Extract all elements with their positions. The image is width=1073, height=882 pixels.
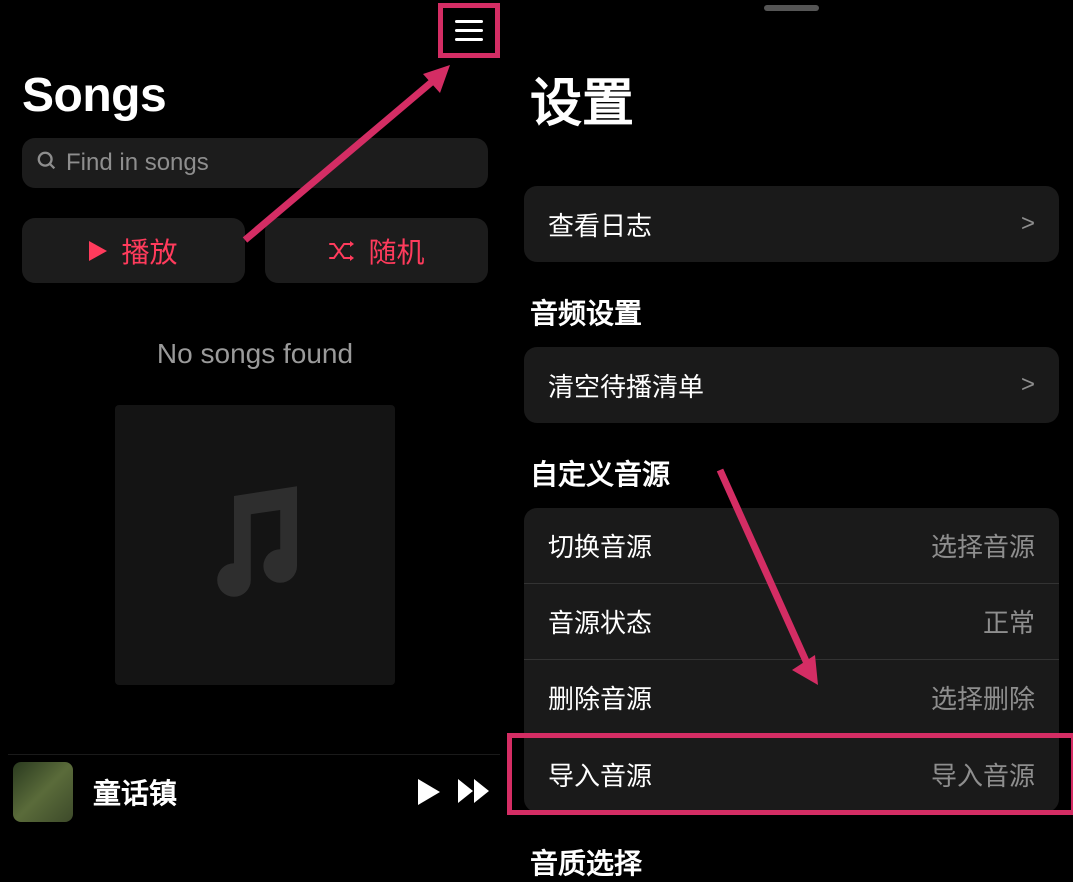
settings-item-label: 查看日志 [548, 206, 652, 243]
drag-handle[interactable] [764, 5, 819, 11]
settings-item-label: 导入音源 [548, 756, 652, 793]
settings-item-delete-source[interactable]: 删除音源 选择删除 [524, 660, 1059, 736]
section-header-audio: 音频设置 [530, 292, 1073, 332]
settings-item-source-status[interactable]: 音源状态 正常 [524, 584, 1059, 660]
play-button[interactable]: 播放 [22, 218, 245, 283]
hamburger-menu-icon[interactable] [455, 20, 483, 41]
search-placeholder: Find in songs [66, 149, 209, 177]
shuffle-icon [328, 240, 354, 262]
settings-item-value: 选择音源 [931, 527, 1035, 564]
shuffle-button-label: 随机 [368, 231, 424, 271]
settings-item-switch-source[interactable]: 切换音源 选择音源 [524, 508, 1059, 584]
import-source-highlight: 导入音源 导入音源 [510, 736, 1073, 812]
settings-item-label: 切换音源 [548, 527, 652, 564]
settings-item-value: 选择删除 [931, 679, 1035, 716]
action-buttons-row: 播放 随机 [22, 218, 488, 283]
settings-item-label: 删除音源 [548, 679, 652, 716]
songs-screen: Songs Find in songs 播放 [0, 0, 510, 839]
play-icon[interactable] [418, 779, 440, 805]
hamburger-highlight [438, 3, 500, 58]
settings-item-clear-queue[interactable]: 清空待播清单 > [524, 347, 1059, 423]
shuffle-button[interactable]: 随机 [265, 218, 488, 283]
settings-item-value: 导入音源 [931, 756, 1035, 793]
empty-state-message: No songs found [0, 338, 510, 370]
play-button-label: 播放 [121, 231, 177, 271]
now-playing-artwork [13, 762, 73, 822]
section-header-quality: 音质选择 [530, 842, 1073, 882]
settings-item-view-logs[interactable]: 查看日志 > [524, 186, 1059, 262]
chevron-right-icon: > [1021, 371, 1035, 399]
settings-title: 设置 [530, 61, 1073, 136]
settings-item-import-source[interactable]: 导入音源 导入音源 [524, 736, 1059, 812]
search-icon [36, 150, 58, 177]
settings-item-label: 音源状态 [548, 603, 652, 640]
music-note-icon [185, 475, 325, 615]
settings-item-value: 正常 [983, 603, 1035, 640]
now-playing-controls [418, 779, 490, 805]
now-playing-title: 童话镇 [93, 772, 418, 812]
search-input[interactable]: Find in songs [22, 138, 488, 188]
section-header-custom-source: 自定义音源 [530, 453, 1073, 493]
now-playing-bar[interactable]: 童话镇 [8, 754, 500, 829]
chevron-right-icon: > [1021, 210, 1035, 238]
settings-screen: 设置 查看日志 > 音频设置 清空待播清单 > 自定义音源 切换音源 选择音源 … [510, 0, 1073, 839]
page-title: Songs [22, 68, 510, 123]
settings-item-label: 清空待播清单 [548, 367, 704, 404]
empty-state-artwork [115, 405, 395, 685]
play-icon [89, 241, 107, 261]
forward-icon[interactable] [458, 779, 490, 803]
